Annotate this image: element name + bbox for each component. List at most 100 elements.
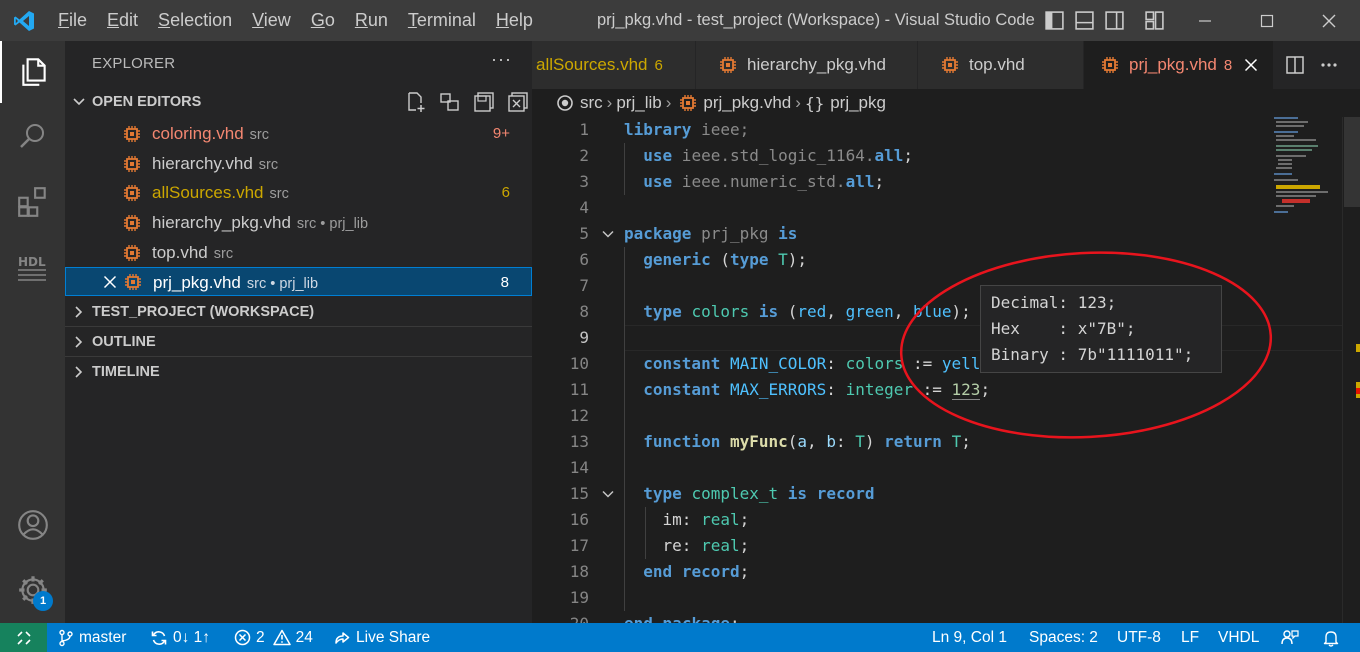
close-editor-button[interactable] (101, 267, 119, 296)
feedback-button[interactable] (1281, 623, 1299, 652)
chevron-right-icon (65, 305, 92, 319)
open-editors-section-header[interactable]: OPEN EDITORS (65, 87, 532, 117)
open-editor-desc: src (269, 186, 289, 202)
open-editor-desc: src • prj_lib (246, 276, 319, 292)
open-editor-item-active[interactable]: prj_pkg.vhd src • prj_lib 8 (65, 267, 532, 296)
git-branch-status[interactable]: master (58, 623, 126, 652)
chevron-right-icon (65, 335, 92, 349)
hdl-icon: HDL (17, 255, 46, 281)
manage-activity[interactable] (0, 559, 65, 621)
tab-label: prj_pkg.vhd (1129, 55, 1217, 74)
more-actions-icon[interactable] (1319, 55, 1339, 75)
language-mode-status[interactable]: VHDL (1218, 623, 1259, 652)
split-editor-icon[interactable] (1285, 55, 1305, 75)
files-icon (21, 58, 46, 86)
remote-indicator[interactable] (0, 623, 47, 652)
vhdl-file-icon (1100, 55, 1120, 75)
outline-section-label: OUTLINE (92, 334, 156, 350)
open-editor-item[interactable]: hierarchy_pkg.vhd src • prj_lib (65, 208, 532, 237)
open-editor-item[interactable]: coloring.vhd src 9+ (65, 119, 532, 148)
indentation-status[interactable]: Spaces: 2 (1029, 623, 1098, 652)
menu-view[interactable]: View (242, 0, 301, 41)
breadcrumb-symbol[interactable]: prj_pkg (830, 93, 886, 113)
open-editor-item[interactable]: allSources.vhd src 6 (65, 178, 532, 207)
account-icon (17, 510, 48, 540)
toggle-secondary-sidebar-icon[interactable] (1104, 10, 1125, 31)
line-number: 2 (579, 146, 589, 165)
vhdl-file-icon (122, 178, 142, 207)
menu-edit[interactable]: Edit (97, 0, 148, 41)
code-line: constant MAX_ERRORS: integer := 123; (643, 380, 991, 400)
code-line: type colors is (red, green, blue); (643, 302, 971, 321)
line-number: 5 (579, 224, 589, 243)
minimize-button[interactable] (1174, 0, 1236, 41)
close-all-editors-icon[interactable] (507, 91, 529, 113)
fold-chevron-down-icon[interactable] (600, 221, 616, 247)
breadcrumb-file[interactable]: prj_pkg.vhd (703, 93, 791, 113)
save-all-icon[interactable] (473, 91, 495, 113)
scrollbar-warning-marker (1356, 344, 1360, 352)
open-editor-item[interactable]: hierarchy.vhd src (65, 149, 532, 178)
close-tab-button[interactable] (1242, 56, 1260, 74)
git-sync-label: 0↓ 1↑ (173, 628, 211, 646)
search-activity[interactable] (0, 105, 65, 167)
menu-help[interactable]: Help (486, 0, 543, 41)
workspace-section-header[interactable]: TEST_PROJECT (WORKSPACE) (65, 297, 532, 327)
code-line: constant MAIN_COLOR: colors := yellow; (643, 354, 1009, 373)
timeline-section-header[interactable]: TIMELINE (65, 357, 532, 387)
tab-top[interactable]: top.vhd (918, 41, 1084, 89)
vhdl-file-icon (122, 208, 142, 237)
extensions-activity[interactable] (0, 171, 65, 233)
activity-bar: HDL 1 (0, 41, 65, 623)
layout-controls (1044, 0, 1165, 41)
open-editor-item[interactable]: top.vhd src (65, 238, 532, 267)
toggle-panel-icon[interactable] (1074, 10, 1095, 31)
close-window-button[interactable] (1298, 0, 1360, 41)
toggle-vertical-layout-icon[interactable] (439, 91, 461, 113)
line-number: 13 (569, 432, 589, 451)
cursor-position-status[interactable]: Ln 9, Col 1 (932, 623, 1007, 652)
status-bar: master 0↓ 1↑ 2 24 Live Share Ln 9, Col 1… (0, 623, 1360, 652)
line-number: 3 (579, 172, 589, 191)
live-share-status[interactable]: Live Share (333, 623, 430, 652)
maximize-icon (1260, 14, 1274, 27)
git-sync-status[interactable]: 0↓ 1↑ (150, 623, 210, 652)
breadcrumb-prj-lib[interactable]: prj_lib (616, 93, 661, 113)
vhdl-file-icon (122, 119, 142, 148)
eol-status[interactable]: LF (1181, 623, 1199, 652)
new-untitled-file-icon[interactable] (405, 91, 427, 113)
line-number: 11 (569, 380, 589, 399)
menu-run[interactable]: Run (345, 0, 398, 41)
menu-selection[interactable]: Selection (148, 0, 242, 41)
accounts-activity[interactable] (0, 494, 65, 556)
hdl-activity[interactable]: HDL (0, 236, 65, 298)
notifications-button[interactable] (1322, 623, 1340, 652)
search-icon (19, 124, 44, 148)
menu-terminal[interactable]: Terminal (398, 0, 486, 41)
menu-go[interactable]: Go (301, 0, 345, 41)
maximize-button[interactable] (1236, 0, 1298, 41)
menu-file[interactable]: File (48, 0, 97, 41)
encoding-status[interactable]: UTF-8 (1117, 623, 1161, 652)
outline-section-header[interactable]: OUTLINE (65, 327, 532, 357)
explorer-more-actions-button[interactable]: ··· (491, 49, 512, 70)
tab-problem-count: 6 (654, 56, 663, 74)
breadcrumb-src[interactable]: src (580, 93, 603, 113)
toggle-primary-sidebar-icon[interactable] (1044, 10, 1065, 31)
tab-hierarchy-pkg[interactable]: hierarchy_pkg.vhd (696, 41, 918, 89)
svg-text:HDL: HDL (18, 255, 46, 269)
code-editor[interactable]: 1 2 3 4 5 6 7 8 9 10 11 12 13 14 15 16 1… (532, 117, 1360, 623)
minimap[interactable] (1272, 117, 1342, 623)
scrollbar-thumb[interactable] (1344, 117, 1360, 207)
customize-layout-icon[interactable] (1144, 10, 1165, 31)
problems-status[interactable]: 2 24 (234, 623, 313, 652)
minimize-icon (1199, 19, 1211, 22)
fold-chevron-down-icon[interactable] (600, 481, 616, 507)
explorer-activity[interactable] (0, 41, 65, 103)
hover-decimal-line: Decimal: 123; (991, 293, 1117, 312)
hover-binary-line: Binary : 7b"1111011"; (991, 345, 1194, 364)
tab-prj-pkg[interactable]: prj_pkg.vhd 8 (1084, 41, 1274, 89)
code-line: im: real; (662, 510, 750, 529)
tab-allsources[interactable]: allSources.vhd 6 (532, 41, 696, 89)
chevron-right-icon (65, 365, 92, 379)
